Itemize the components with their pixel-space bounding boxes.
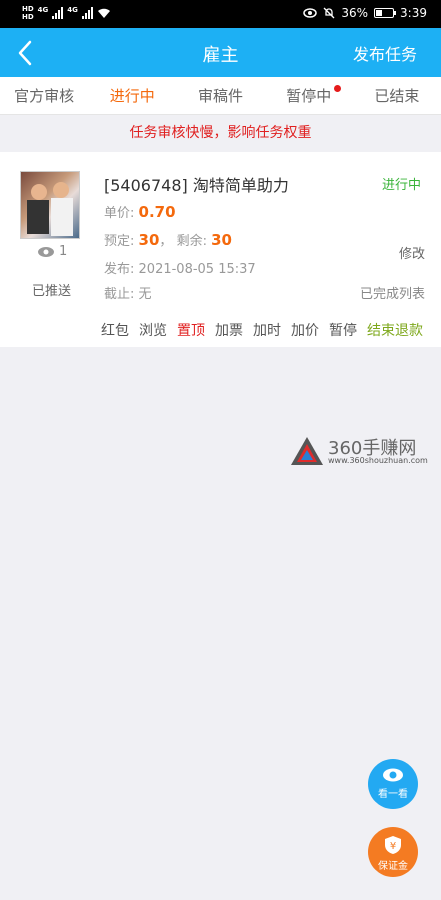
eye-icon (38, 246, 54, 257)
tab-paused[interactable]: 暂停中 (265, 77, 353, 114)
add-tickets-button[interactable]: 加票 (215, 320, 243, 340)
status-bar: HD HD 4G 4G 36% 3:39 (0, 0, 441, 28)
modify-link[interactable]: 修改 (399, 243, 425, 262)
task-actions: 红包 浏览 置顶 加票 加时 加价 暂停 结束退款 (101, 320, 423, 340)
watermark-logo-icon (291, 437, 323, 465)
notification-dot (333, 85, 341, 92)
task-card[interactable]: 1 已推送 [5406748] 淘特简单助力 进行中 单价: 0.70 预定: … (0, 152, 441, 347)
look-around-button[interactable]: 看一看 (368, 759, 418, 809)
pushed-status: 已推送 (32, 284, 72, 299)
pin-top-button[interactable]: 置顶 (177, 320, 205, 340)
eye-icon (303, 8, 318, 18)
tab-ended[interactable]: 已结束 (353, 77, 441, 114)
tab-official-review[interactable]: 官方审核 (0, 77, 88, 114)
tab-in-progress[interactable]: 进行中 (88, 77, 176, 114)
price-row: 单价: 0.70 (104, 202, 176, 221)
network-type-2: 4G (67, 6, 78, 14)
quota-row: 预定: 30， 剩余: 30 (104, 230, 232, 249)
look-around-label: 看一看 (378, 789, 408, 800)
sim-indicator-1: HD (22, 5, 34, 13)
view-count-value: 1 (59, 244, 68, 259)
svg-text:¥: ¥ (390, 841, 396, 852)
end-refund-button[interactable]: 结束退款 (367, 320, 423, 340)
publish-task-button[interactable]: 发布任务 (353, 41, 417, 65)
watermark: 360手赚网 www.360shouzhuan.com (290, 434, 440, 470)
task-status-badge: 进行中 (381, 178, 421, 193)
published-value: 2021-08-05 15:37 (138, 262, 256, 277)
deadline-row: 截止: 无 (104, 283, 152, 302)
raise-price-button[interactable]: 加价 (291, 320, 319, 340)
price-value: 0.70 (138, 203, 176, 221)
eye-icon (383, 768, 403, 782)
signal-icon (52, 7, 64, 19)
deadline-label: 截止: (104, 287, 135, 302)
tab-paused-label: 暂停中 (286, 87, 332, 105)
remaining-value: 30 (211, 231, 232, 249)
yen-shield-icon: ¥ (385, 836, 401, 854)
published-row: 发布: 2021-08-05 15:37 (104, 258, 256, 277)
mute-bell-icon (323, 7, 335, 19)
tab-review-submissions[interactable]: 审稿件 (176, 77, 264, 114)
task-thumbnail (20, 171, 80, 239)
view-count: 1 (37, 244, 67, 259)
nav-bar: 雇主 发布任务 (0, 28, 441, 77)
task-title[interactable]: [5406748] 淘特简单助力 (104, 172, 289, 196)
network-type-1: 4G (37, 6, 49, 14)
add-time-button[interactable]: 加时 (253, 320, 281, 340)
battery-icon (374, 8, 397, 18)
pause-button[interactable]: 暂停 (329, 320, 357, 340)
wifi-icon (97, 8, 110, 18)
clock: 3:39 (400, 6, 427, 20)
review-notice: 任务审核快慢，影响任务权重 (0, 116, 441, 150)
battery-percent: 36% (341, 6, 369, 20)
sim-indicator-2: HD (22, 13, 34, 21)
signal-icon-2 (81, 7, 93, 19)
remaining-label: 剩余: (176, 234, 207, 249)
watermark-url: www.360shouzhuan.com (328, 456, 428, 465)
red-packet-button[interactable]: 红包 (101, 320, 129, 340)
quota-separator: ， (159, 234, 173, 249)
deposit-button[interactable]: ¥ 保证金 (368, 827, 418, 877)
published-label: 发布: (104, 262, 135, 277)
completed-list-link[interactable]: 已完成列表 (360, 283, 425, 302)
status-tabs: 官方审核 进行中 审稿件 暂停中 已结束 (0, 77, 441, 115)
reserved-value: 30 (138, 231, 160, 249)
price-label: 单价: (104, 206, 135, 221)
deadline-value: 无 (138, 287, 152, 302)
deposit-label: 保证金 (378, 861, 408, 872)
reserved-label: 预定: (104, 234, 135, 249)
browse-button[interactable]: 浏览 (139, 320, 167, 340)
